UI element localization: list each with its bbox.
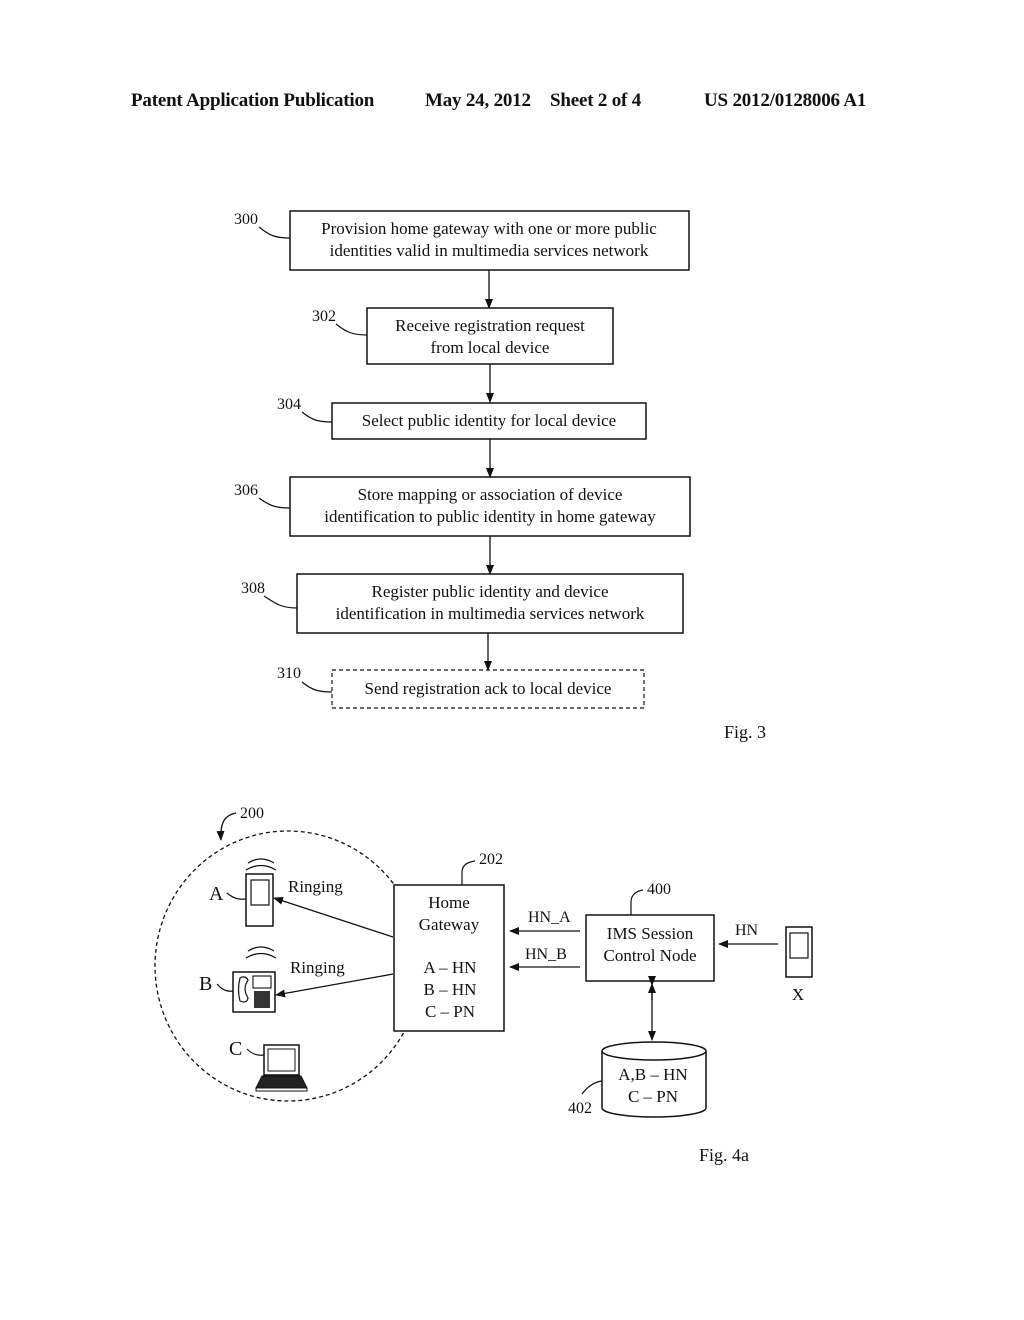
step-306: Store mapping or association of device i… <box>234 476 691 537</box>
hn-a-label: HN_A <box>528 909 571 926</box>
signal-wave-icon <box>245 952 277 959</box>
device-a-label: A <box>209 883 224 905</box>
leader-line <box>258 226 291 239</box>
hn-label: HN <box>735 922 759 939</box>
ref-label: 308 <box>241 580 265 597</box>
step-text: Select public identity for local device <box>362 411 616 430</box>
database-cylinder: A,B – HN C – PN 402 <box>568 1041 707 1118</box>
ringing-a-label: Ringing <box>288 877 343 896</box>
gateway-mapping: B – HN <box>424 980 477 999</box>
gateway-mapping: A – HN <box>424 958 477 977</box>
laptop-keyboard <box>255 1075 308 1089</box>
fig4a-diagram: 200 A Ringing B Ringing C Home Gateway A… <box>154 805 813 1165</box>
ref-label: 306 <box>234 482 258 499</box>
ims-title: IMS Session <box>607 924 694 943</box>
leader-line <box>461 860 476 885</box>
gateway-mapping: C – PN <box>425 1002 475 1021</box>
leader-line <box>335 323 368 336</box>
fig4a-caption: Fig. 4a <box>699 1145 749 1165</box>
hn-b-label: HN_B <box>525 946 567 963</box>
ims-title: Control Node <box>603 946 696 965</box>
gateway-title: Gateway <box>419 915 480 934</box>
step-text: Send registration ack to local device <box>365 679 612 698</box>
step-text: identification in multimedia services ne… <box>336 604 645 623</box>
leader-line <box>630 889 644 915</box>
step-text: Store mapping or association of device <box>358 485 623 504</box>
leader-line <box>581 1080 603 1095</box>
leader-line <box>301 681 333 693</box>
ringing-b-label: Ringing <box>290 958 345 977</box>
step-text: Provision home gateway with one or more … <box>321 219 657 238</box>
step-text: from local device <box>431 338 550 357</box>
laptop-base <box>255 1087 308 1092</box>
db-top <box>601 1041 707 1061</box>
network-ref: 200 <box>240 805 264 822</box>
leader-line <box>263 595 298 609</box>
step-304: Select public identity for local device … <box>277 396 647 440</box>
device-c-laptop-icon <box>255 1044 308 1092</box>
step-302: Receive registration request from local … <box>312 307 614 365</box>
ref-label: 302 <box>312 308 336 325</box>
signal-wave-icon <box>247 946 275 952</box>
keypad <box>254 991 270 1008</box>
device-b-desk-phone-icon <box>232 946 277 1013</box>
ringing-b-arrow <box>275 973 394 998</box>
home-gateway: Home Gateway A – HN B – HN C – PN 202 <box>393 851 505 1032</box>
step-text: identities valid in multimedia services … <box>330 241 649 260</box>
ringing-a-arrow <box>273 897 394 938</box>
signal-wave-icon <box>247 858 275 864</box>
device-c-label: C <box>229 1038 242 1060</box>
leader-line <box>301 411 333 423</box>
device-a-mobile-phone-icon <box>245 858 277 927</box>
step-308: Register public identity and device iden… <box>241 573 684 634</box>
step-300: Provision home gateway with one or more … <box>234 210 690 271</box>
leader-line <box>246 1048 265 1056</box>
figure-canvas: Provision home gateway with one or more … <box>154 210 813 1165</box>
signal-wave-icon <box>245 864 277 871</box>
step-text: Register public identity and device <box>372 582 609 601</box>
ims-session-control-node: IMS Session Control Node 400 <box>585 881 715 982</box>
fig3-caption: Fig. 3 <box>724 722 766 742</box>
step-text: Receive registration request <box>395 316 585 335</box>
fig3-flowchart: Provision home gateway with one or more … <box>234 210 766 742</box>
ref-label: 300 <box>234 211 258 228</box>
device-b-label: B <box>199 973 212 995</box>
leader-line <box>226 892 247 900</box>
db-entry: C – PN <box>628 1087 678 1106</box>
phone-display <box>252 975 272 989</box>
ref-label: 310 <box>277 665 301 682</box>
leader-line <box>216 983 234 992</box>
step-310-optional: Send registration ack to local device 31… <box>277 665 645 709</box>
step-text: identification to public identity in hom… <box>324 507 656 526</box>
db-body <box>601 1051 707 1118</box>
ref-label: 304 <box>277 396 301 413</box>
gateway-ref: 202 <box>479 851 503 868</box>
network-ref-arrow <box>216 812 237 841</box>
device-x-mobile-phone-icon <box>785 926 813 978</box>
leader-line <box>258 497 291 509</box>
ims-ref: 400 <box>647 881 671 898</box>
db-ref: 402 <box>568 1100 592 1117</box>
gateway-title: Home <box>428 893 470 912</box>
device-x-label: X <box>792 985 804 1004</box>
db-entry: A,B – HN <box>618 1065 687 1084</box>
